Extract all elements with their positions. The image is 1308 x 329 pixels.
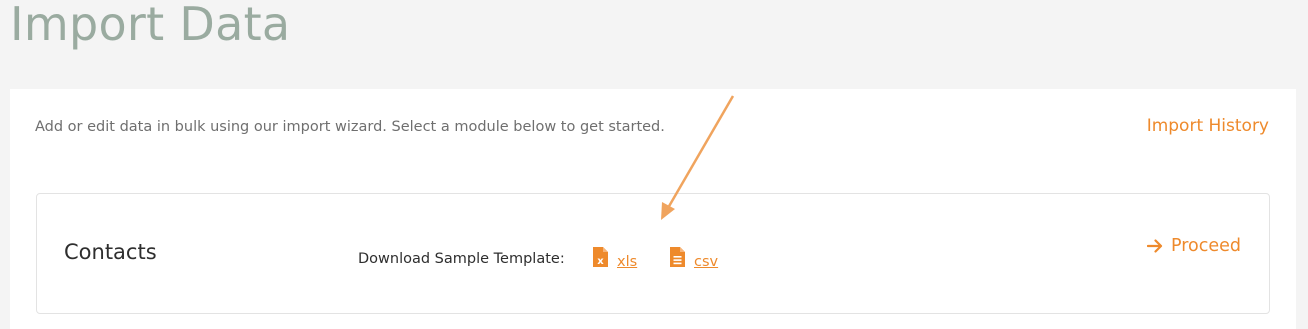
intro-text: Add or edit data in bulk using our impor… [35, 119, 665, 135]
arrow-right-icon [1146, 239, 1163, 253]
download-template-label: Download Sample Template: [358, 251, 565, 267]
svg-text:x: x [597, 256, 604, 267]
page-title: Import Data [10, 0, 291, 51]
module-name: Contacts [64, 240, 157, 264]
module-card-contacts: Contacts Download Sample Template: x xls [36, 193, 1270, 314]
csv-link-label[interactable]: csv [694, 249, 718, 270]
xls-link-label[interactable]: xls [617, 249, 637, 270]
text-file-icon [669, 246, 686, 272]
download-csv-link[interactable]: csv [669, 246, 718, 272]
import-history-link[interactable]: Import History [1147, 116, 1269, 136]
excel-file-icon: x [592, 246, 609, 272]
proceed-button[interactable]: Proceed [1146, 236, 1241, 256]
import-panel: Add or edit data in bulk using our impor… [10, 89, 1296, 329]
proceed-label[interactable]: Proceed [1171, 236, 1241, 256]
download-xls-link[interactable]: x xls [592, 246, 637, 272]
